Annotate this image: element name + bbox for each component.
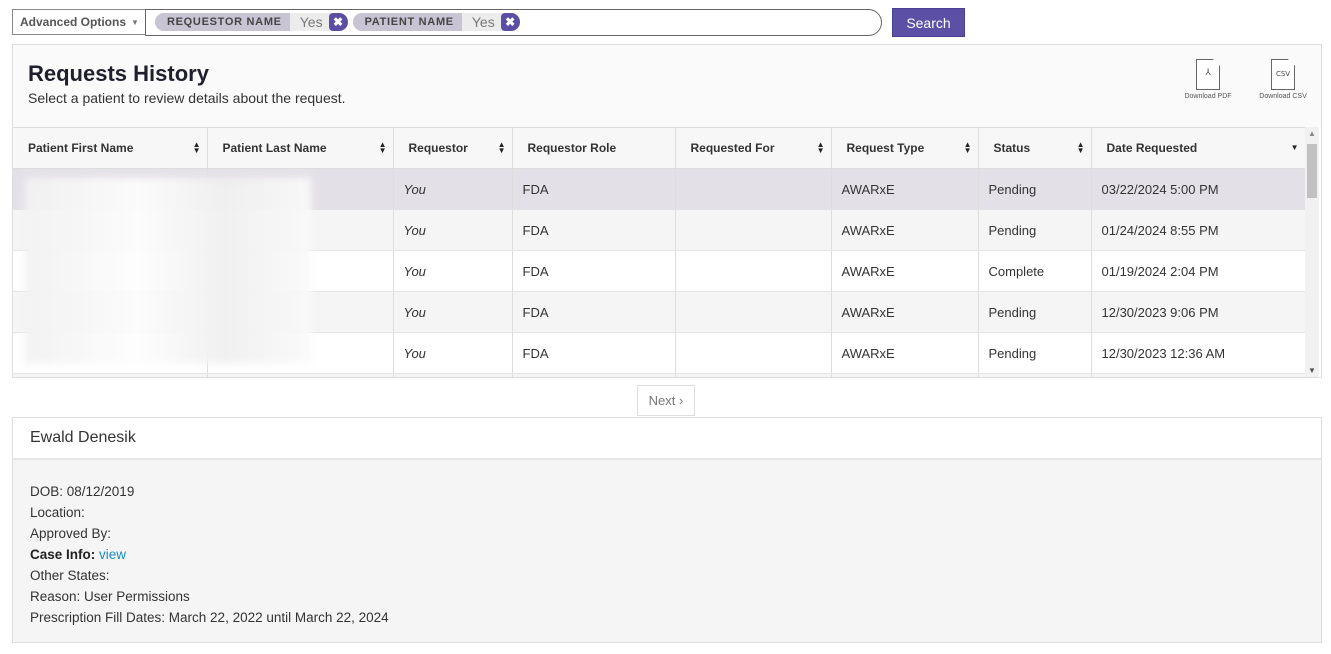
status-cell: Pending: [978, 291, 1092, 333]
csv-file-icon: CSV: [1271, 59, 1295, 90]
remove-chip-icon[interactable]: ✖: [328, 13, 348, 31]
patient-name-heading: Ewald Denesik: [13, 418, 1321, 460]
download-csv-label: Download CSV: [1259, 93, 1307, 100]
advanced-options-dropdown[interactable]: Advanced Options ▼: [12, 9, 145, 35]
column-header-requestor[interactable]: Requestor ▲ ▼: [393, 127, 513, 169]
status-cell: Complete: [978, 250, 1092, 292]
column-header-last-name[interactable]: Patient Last Name ▲ ▼: [207, 127, 394, 169]
requested-for-cell: [675, 332, 832, 374]
column-header-status[interactable]: Status ▲ ▼: [978, 127, 1092, 169]
column-header-request-type[interactable]: Request Type ▲ ▼: [831, 127, 979, 169]
requestor-cell: You: [393, 332, 513, 374]
column-header-date-requested[interactable]: Date Requested ▼: [1091, 127, 1306, 169]
next-page-button[interactable]: Next ›: [637, 385, 695, 416]
requested-for-cell: [675, 250, 832, 292]
page-title: Requests History: [28, 61, 209, 86]
advanced-options-label: Advanced Options: [20, 15, 127, 29]
pdf-file-icon: ⅄: [1196, 59, 1220, 90]
requestor-cell: You: [393, 291, 513, 333]
column-header-requestor-role: Requestor Role: [512, 127, 676, 169]
requested-for-cell: [675, 209, 832, 251]
date-cell: 01/24/2024 8:55 PM: [1091, 209, 1306, 251]
approved-by-line: Approved By:: [30, 526, 112, 541]
table-header-row: Patient First Name ▲ ▼ Patient Last Name ▲ ▼…: [13, 127, 1306, 169]
role-cell: FDA: [512, 291, 676, 333]
sort-icon: ▲ ▼: [497, 140, 506, 155]
role-cell: FDA: [512, 332, 676, 374]
chip-value: Yes: [289, 13, 329, 31]
case-info-line: Case Info: view: [30, 544, 1321, 565]
requested-for-cell: [675, 291, 832, 333]
table-row[interactable]: [13, 373, 1306, 377]
requested-for-cell: [675, 168, 832, 210]
type-cell: AWARxE: [831, 209, 979, 251]
requests-table: Patient First Name ▲ ▼ Patient Last Name ▲ ▼…: [13, 127, 1321, 377]
type-cell: AWARxE: [831, 332, 979, 374]
case-info-view-link[interactable]: view: [99, 547, 126, 562]
location-line: Location:: [30, 505, 85, 520]
patient-detail-panel: Ewald Denesik DOB: 08/12/2019 Location: …: [12, 417, 1322, 643]
filter-chip-patient-name: PATIENT NAME Yes ✖: [352, 13, 520, 31]
role-cell: FDA: [512, 209, 676, 251]
reason-line: Reason: User Permissions: [30, 589, 190, 604]
scrollbar-thumb[interactable]: [1307, 144, 1317, 198]
sort-icon: ▲ ▼: [1076, 140, 1085, 155]
scroll-up-icon[interactable]: ▲: [1308, 129, 1316, 138]
requestor-cell: You: [393, 250, 513, 292]
requests-history-panel: Requests History Select a patient to rev…: [12, 44, 1322, 378]
type-cell: AWARxE: [831, 291, 979, 333]
download-csv-button[interactable]: CSV Download CSV: [1253, 59, 1313, 100]
other-states-line: Other States:: [30, 568, 110, 583]
redacted-names-overlay: [25, 178, 311, 364]
status-cell: Pending: [978, 332, 1092, 374]
search-bar: Advanced Options ▼ REQUESTOR NAME Yes ✖ …: [12, 8, 965, 37]
caret-down-icon: ▼: [131, 17, 139, 27]
date-cell: 01/19/2024 2:04 PM: [1091, 250, 1306, 292]
sort-icon: ▲ ▼: [192, 140, 201, 155]
scroll-down-icon[interactable]: ▼: [1308, 366, 1316, 375]
table-scrollbar[interactable]: ▲ ▼: [1305, 127, 1319, 377]
date-cell: 12/30/2023 9:06 PM: [1091, 291, 1306, 333]
filter-chip-requestor-name: REQUESTOR NAME Yes ✖: [155, 13, 348, 31]
sort-desc-icon: ▼: [1290, 143, 1299, 152]
chip-value: Yes: [461, 13, 501, 31]
requestor-cell: You: [393, 209, 513, 251]
column-header-first-name[interactable]: Patient First Name ▲ ▼: [13, 127, 208, 169]
sort-icon: ▲ ▼: [816, 140, 825, 155]
search-input[interactable]: REQUESTOR NAME Yes ✖ PATIENT NAME Yes ✖: [145, 8, 882, 36]
page-subtitle: Select a patient to review details about…: [28, 90, 346, 106]
chip-name: PATIENT NAME: [352, 13, 462, 31]
remove-chip-icon[interactable]: ✖: [500, 13, 520, 31]
case-info-label: Case Info:: [30, 547, 96, 562]
type-cell: AWARxE: [831, 250, 979, 292]
download-pdf-label: Download PDF: [1184, 93, 1232, 100]
chip-name: REQUESTOR NAME: [155, 13, 290, 31]
dob-line: DOB: 08/12/2019: [30, 484, 135, 499]
column-header-requested-for[interactable]: Requested For ▲ ▼: [675, 127, 832, 169]
sort-icon: ▲ ▼: [963, 140, 972, 155]
download-pdf-button[interactable]: ⅄ Download PDF: [1178, 59, 1238, 100]
fill-dates-line: Prescription Fill Dates: March 22, 2022 …: [30, 610, 389, 625]
search-button[interactable]: Search: [892, 8, 965, 37]
requestor-cell: You: [393, 168, 513, 210]
role-cell: FDA: [512, 168, 676, 210]
type-cell: AWARxE: [831, 168, 979, 210]
status-cell: Pending: [978, 209, 1092, 251]
date-cell: 03/22/2024 5:00 PM: [1091, 168, 1306, 210]
date-cell: 12/30/2023 12:36 AM: [1091, 332, 1306, 374]
role-cell: FDA: [512, 250, 676, 292]
status-cell: Pending: [978, 168, 1092, 210]
sort-icon: ▲ ▼: [378, 140, 387, 155]
